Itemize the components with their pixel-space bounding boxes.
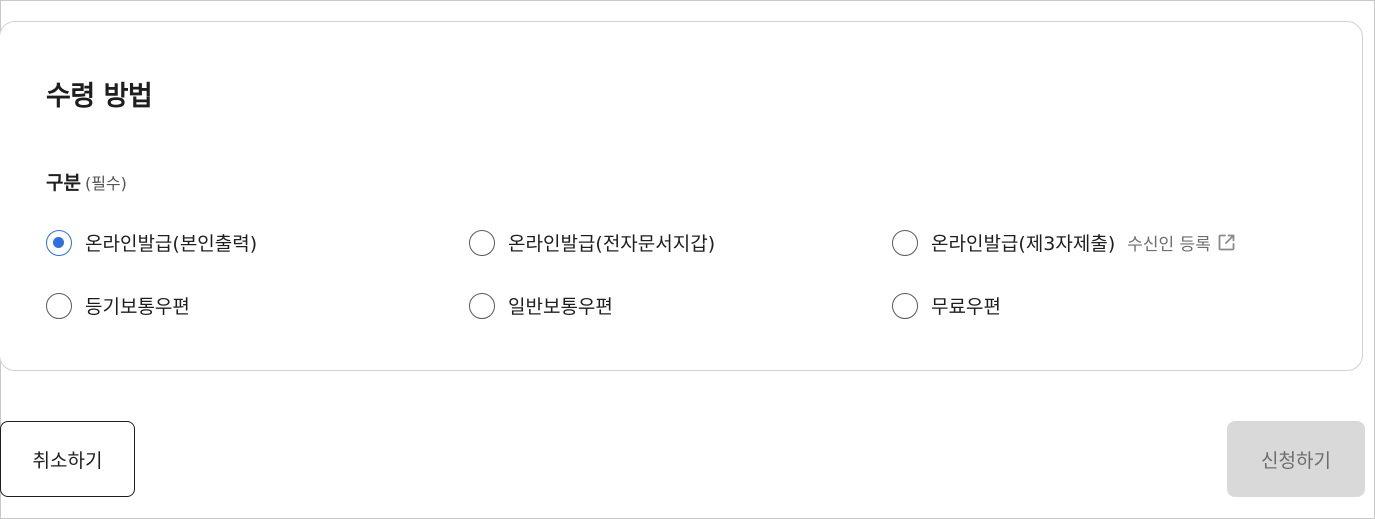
radio-button[interactable]: [892, 292, 918, 319]
radio-button[interactable]: [46, 292, 72, 319]
receipt-method-card: [0, 21, 1363, 371]
cancel-button[interactable]: 취소하기: [0, 421, 135, 497]
radio-label: 온라인발급(제3자제출): [931, 233, 1116, 255]
radio-option-online-e-wallet[interactable]: 온라인발급(전자문서지갑): [469, 229, 715, 256]
radio-label: 일반보통우편: [508, 296, 613, 318]
required-marker: (필수): [84, 174, 127, 193]
radio-label: 등기보통우편: [85, 296, 190, 318]
field-label: 구분 (필수): [46, 168, 127, 195]
radio-option-free-mail[interactable]: 무료우편: [892, 292, 1001, 319]
radio-option-online-third-party[interactable]: 온라인발급(제3자제출) 수신인 등록: [892, 229, 1236, 256]
register-recipient-label: 수신인 등록: [1127, 235, 1211, 255]
radio-button[interactable]: [469, 229, 495, 256]
radio-button-checked[interactable]: [46, 229, 72, 256]
radio-label: 온라인발급(전자문서지갑): [508, 233, 716, 255]
external-link-icon: [1218, 234, 1235, 251]
radio-label: 무료우편: [931, 296, 1001, 318]
field-label-text: 구분: [46, 172, 81, 194]
radio-label: 온라인발급(본인출력): [85, 233, 258, 255]
radio-option-regular-mail[interactable]: 일반보통우편: [469, 292, 613, 319]
section-title: 수령 방법: [46, 81, 153, 112]
submit-button[interactable]: 신청하기: [1227, 421, 1365, 497]
radio-button[interactable]: [469, 292, 495, 319]
radio-button[interactable]: [892, 229, 918, 256]
radio-option-registered-mail[interactable]: 등기보통우편: [46, 292, 190, 319]
radio-option-online-self-print[interactable]: 온라인발급(본인출력): [46, 229, 257, 256]
register-recipient-link[interactable]: 수신인 등록: [1127, 230, 1236, 255]
